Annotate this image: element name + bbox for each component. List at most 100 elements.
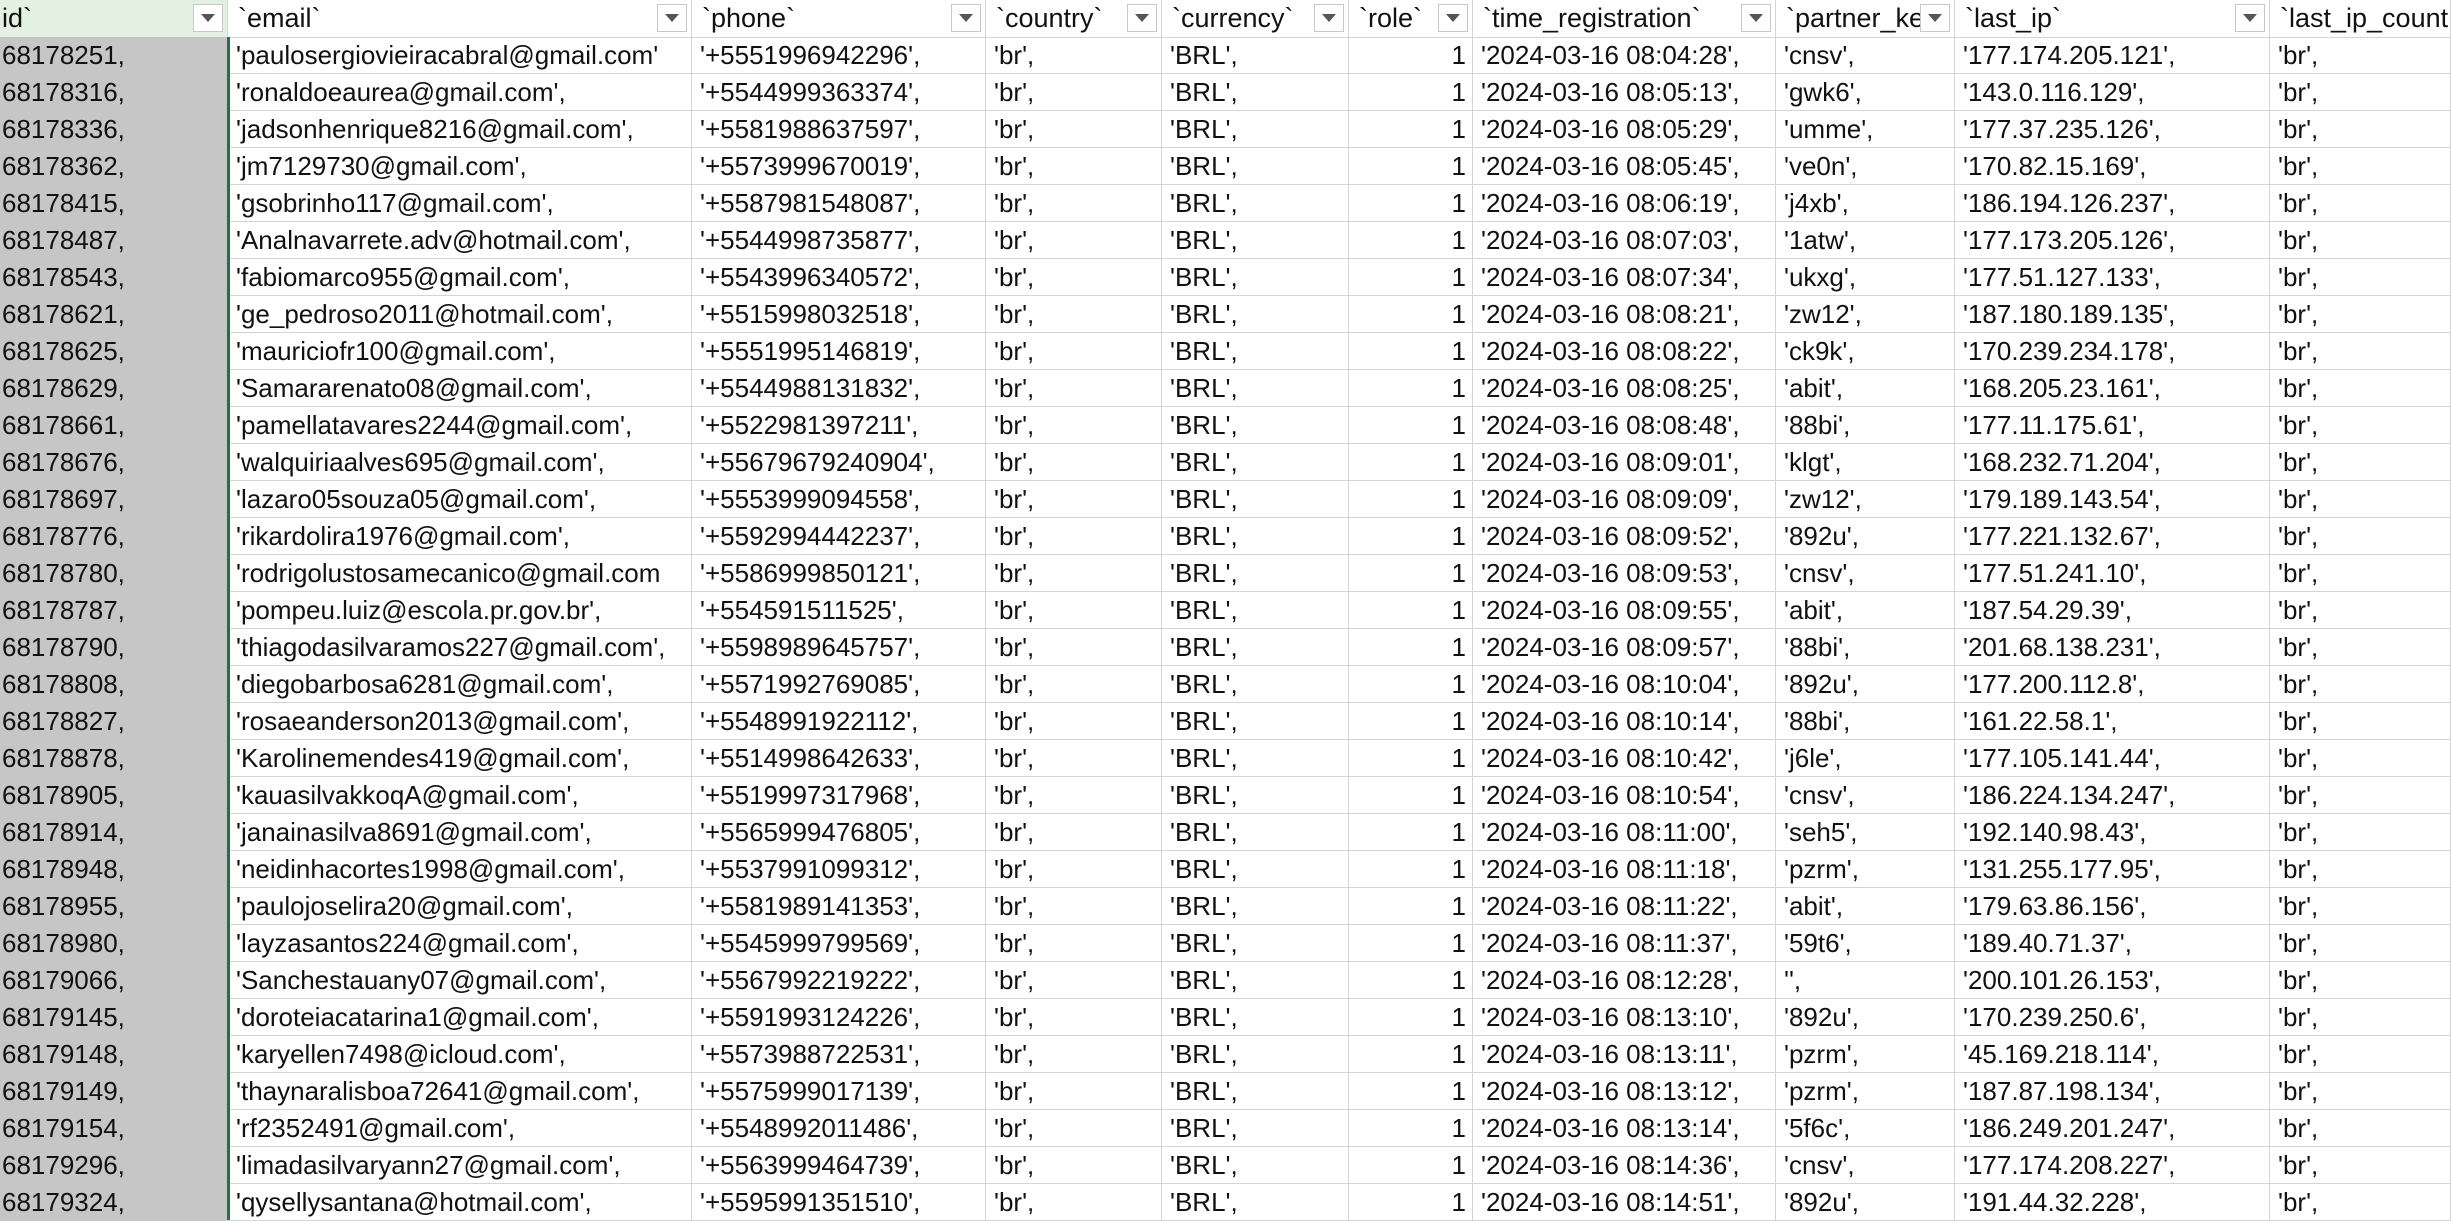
cell-last_ip_country[interactable]: 'br', [2270,481,2451,518]
cell-last_ip[interactable]: '143.0.116.129', [1955,74,2270,111]
cell-partner_key[interactable]: 'j6le', [1776,740,1955,777]
cell-phone[interactable]: '+5587981548087', [692,185,986,222]
cell-last_ip[interactable]: '131.255.177.95', [1955,851,2270,888]
cell-last_ip_country[interactable]: 'br', [2270,814,2451,851]
cell-country[interactable]: 'br', [986,222,1162,259]
cell-id[interactable]: 68178827, [0,703,228,740]
cell-country[interactable]: 'br', [986,629,1162,666]
cell-email[interactable]: 'Samararenato08@gmail.com', [228,370,692,407]
cell-last_ip_country[interactable]: 'br', [2270,962,2451,999]
column-header-country[interactable]: `country` [986,0,1162,37]
cell-email[interactable]: 'layzasantos224@gmail.com', [228,925,692,962]
cell-phone[interactable]: '+5553999094558', [692,481,986,518]
cell-id[interactable]: 68178697, [0,481,228,518]
cell-country[interactable]: 'br', [986,407,1162,444]
cell-last_ip[interactable]: '170.239.250.6', [1955,999,2270,1036]
cell-currency[interactable]: 'BRL', [1162,74,1349,111]
cell-last_ip_country[interactable]: 'br', [2270,296,2451,333]
cell-partner_key[interactable]: 'pzrm', [1776,1073,1955,1110]
cell-partner_key[interactable]: '892u', [1776,518,1955,555]
cell-country[interactable]: 'br', [986,185,1162,222]
cell-role[interactable]: 1 [1349,111,1473,148]
filter-dropdown-button[interactable] [657,4,687,32]
cell-phone[interactable]: '+5586999850121', [692,555,986,592]
cell-last_ip_country[interactable]: 'br', [2270,185,2451,222]
cell-role[interactable]: 1 [1349,703,1473,740]
cell-email[interactable]: 'jadsonhenrique8216@gmail.com', [228,111,692,148]
cell-last_ip[interactable]: '189.40.71.37', [1955,925,2270,962]
cell-partner_key[interactable]: 'abit', [1776,592,1955,629]
cell-time_registration[interactable]: '2024-03-16 08:14:51', [1473,1184,1776,1221]
cell-email[interactable]: 'kauasilvakkoqA@gmail.com', [228,777,692,814]
cell-last_ip_country[interactable]: 'br', [2270,1147,2451,1184]
cell-id[interactable]: 68179324, [0,1184,228,1221]
cell-currency[interactable]: 'BRL', [1162,592,1349,629]
cell-email[interactable]: 'Analnavarrete.adv@hotmail.com', [228,222,692,259]
cell-time_registration[interactable]: '2024-03-16 08:13:10', [1473,999,1776,1036]
cell-time_registration[interactable]: '2024-03-16 08:06:19', [1473,185,1776,222]
cell-role[interactable]: 1 [1349,592,1473,629]
cell-country[interactable]: 'br', [986,666,1162,703]
cell-partner_key[interactable]: '892u', [1776,666,1955,703]
cell-last_ip[interactable]: '186.249.201.247', [1955,1110,2270,1147]
cell-last_ip_country[interactable]: 'br', [2270,74,2451,111]
cell-country[interactable]: 'br', [986,851,1162,888]
cell-time_registration[interactable]: '2024-03-16 08:04:28', [1473,37,1776,74]
cell-currency[interactable]: 'BRL', [1162,444,1349,481]
cell-role[interactable]: 1 [1349,296,1473,333]
cell-last_ip_country[interactable]: 'br', [2270,407,2451,444]
cell-country[interactable]: 'br', [986,888,1162,925]
cell-last_ip[interactable]: '177.174.208.227', [1955,1147,2270,1184]
cell-partner_key[interactable]: 'cnsv', [1776,1147,1955,1184]
cell-last_ip_country[interactable]: 'br', [2270,740,2451,777]
filter-dropdown-button[interactable] [1438,4,1468,32]
cell-email[interactable]: 'fabiomarco955@gmail.com', [228,259,692,296]
cell-currency[interactable]: 'BRL', [1162,777,1349,814]
cell-id[interactable]: 68178914, [0,814,228,851]
cell-country[interactable]: 'br', [986,111,1162,148]
cell-time_registration[interactable]: '2024-03-16 08:05:13', [1473,74,1776,111]
cell-id[interactable]: 68178543, [0,259,228,296]
cell-role[interactable]: 1 [1349,851,1473,888]
cell-country[interactable]: 'br', [986,518,1162,555]
cell-id[interactable]: 68178251, [0,37,228,74]
cell-phone[interactable]: '+5563999464739', [692,1147,986,1184]
cell-id[interactable]: 68178676, [0,444,228,481]
cell-role[interactable]: 1 [1349,37,1473,74]
cell-last_ip_country[interactable]: 'br', [2270,370,2451,407]
column-header-phone[interactable]: `phone` [692,0,986,37]
cell-time_registration[interactable]: '2024-03-16 08:10:04', [1473,666,1776,703]
cell-currency[interactable]: 'BRL', [1162,1147,1349,1184]
cell-role[interactable]: 1 [1349,185,1473,222]
cell-id[interactable]: 68178808, [0,666,228,703]
cell-role[interactable]: 1 [1349,629,1473,666]
cell-time_registration[interactable]: '2024-03-16 08:11:00', [1473,814,1776,851]
cell-partner_key[interactable]: '59t6', [1776,925,1955,962]
cell-id[interactable]: 68178621, [0,296,228,333]
cell-currency[interactable]: 'BRL', [1162,703,1349,740]
cell-role[interactable]: 1 [1349,407,1473,444]
cell-last_ip[interactable]: '187.54.29.39', [1955,592,2270,629]
cell-currency[interactable]: 'BRL', [1162,407,1349,444]
cell-time_registration[interactable]: '2024-03-16 08:10:54', [1473,777,1776,814]
filter-dropdown-button[interactable] [951,4,981,32]
cell-time_registration[interactable]: '2024-03-16 08:05:45', [1473,148,1776,185]
cell-last_ip_country[interactable]: 'br', [2270,222,2451,259]
cell-role[interactable]: 1 [1349,1184,1473,1221]
cell-id[interactable]: 68178905, [0,777,228,814]
cell-role[interactable]: 1 [1349,333,1473,370]
cell-phone[interactable]: '+554591511525', [692,592,986,629]
cell-last_ip[interactable]: '177.200.112.8', [1955,666,2270,703]
cell-currency[interactable]: 'BRL', [1162,333,1349,370]
cell-partner_key[interactable]: '892u', [1776,1184,1955,1221]
cell-id[interactable]: 68179066, [0,962,228,999]
cell-partner_key[interactable]: '88bi', [1776,407,1955,444]
cell-last_ip[interactable]: '187.87.198.134', [1955,1073,2270,1110]
cell-id[interactable]: 68178790, [0,629,228,666]
cell-currency[interactable]: 'BRL', [1162,1073,1349,1110]
cell-partner_key[interactable]: 've0n', [1776,148,1955,185]
cell-email[interactable]: 'qysellysantana@hotmail.com', [228,1184,692,1221]
cell-phone[interactable]: '+5591993124226', [692,999,986,1036]
cell-email[interactable]: 'diegobarbosa6281@gmail.com', [228,666,692,703]
cell-partner_key[interactable]: 'zw12', [1776,296,1955,333]
